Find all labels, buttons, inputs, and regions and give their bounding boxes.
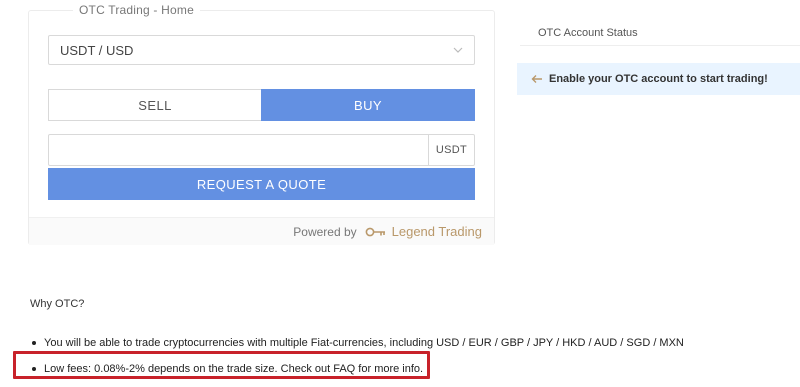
bullet-icon (32, 341, 36, 345)
otc-account-status-header: OTC Account Status (520, 20, 800, 46)
card-title: OTC Trading - Home (73, 3, 200, 17)
request-quote-button[interactable]: REQUEST A QUOTE (48, 168, 475, 200)
enable-account-text: Enable your OTC account to start trading… (549, 73, 768, 85)
legend-trading-link[interactable]: Legend Trading (365, 224, 482, 239)
buy-button[interactable]: BUY (261, 89, 475, 121)
key-logo-icon (365, 227, 385, 236)
sell-button[interactable]: SELL (48, 89, 261, 121)
arrow-left-icon (531, 75, 542, 83)
chevron-down-icon (453, 47, 463, 53)
otc-trading-card: OTC Trading - Home USDT / USD SELL BUY U… (28, 3, 495, 245)
legend-trading-brand: Legend Trading (391, 224, 482, 239)
trade-side-toggle: SELL BUY (48, 89, 475, 121)
why-otc-heading: Why OTC? (30, 298, 85, 310)
powered-by-label: Powered by (293, 224, 357, 239)
currency-pair-select[interactable]: USDT / USD (48, 35, 475, 65)
powered-by-footer: Powered by Legend Trading (29, 217, 494, 245)
red-highlight-box (13, 351, 430, 379)
amount-input[interactable] (49, 135, 428, 165)
feature-text: You will be able to trade cryptocurrenci… (44, 337, 684, 349)
amount-unit-label: USDT (428, 135, 474, 165)
enable-account-banner[interactable]: Enable your OTC account to start trading… (517, 63, 800, 95)
amount-field-group: USDT (48, 134, 475, 166)
currency-pair-value: USDT / USD (60, 42, 134, 58)
